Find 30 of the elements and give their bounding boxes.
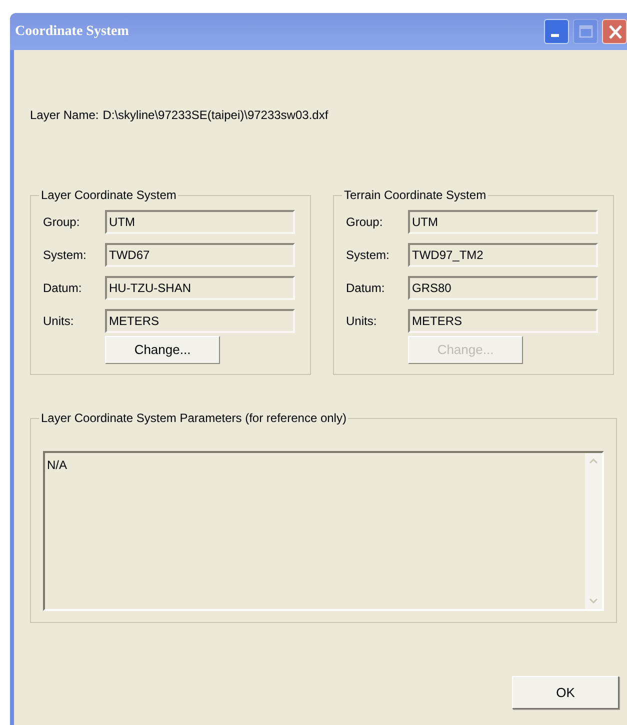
change-button[interactable]: Change... (105, 336, 220, 364)
read-only-field[interactable]: TWD97_TM2 (408, 243, 598, 267)
scrollbar[interactable] (585, 453, 602, 609)
read-only-field[interactable]: TWD67 (105, 243, 295, 267)
parameters-text-area[interactable]: N/A (43, 451, 604, 611)
read-only-field[interactable]: GRS80 (408, 276, 598, 300)
ok-button[interactable]: OK (512, 676, 619, 709)
field-label: Units: (346, 313, 378, 330)
field-label: System: (43, 247, 88, 264)
read-only-field[interactable]: METERS (105, 309, 295, 333)
layer-name-label: Layer Name: (30, 107, 99, 124)
minimize-icon (551, 34, 559, 37)
read-only-field[interactable]: UTM (408, 210, 598, 234)
read-only-field[interactable]: HU-TZU-SHAN (105, 276, 295, 300)
field-label: Group: (43, 214, 81, 231)
field-label: System: (346, 247, 390, 264)
window-title: Coordinate System (15, 23, 130, 41)
group-title: Layer Coordinate System (39, 187, 178, 203)
field-label: Datum: (346, 280, 386, 297)
read-only-field[interactable]: UTM (105, 210, 295, 234)
field-label: Units: (43, 313, 75, 330)
field-label: Group: (346, 214, 384, 231)
layer-name-value: D:\skyline\97233SE(taipei)\97233sw03.dxf (102, 107, 328, 124)
group-title: Layer Coordinate System Parameters (for reference only) (39, 410, 348, 426)
minimize-button[interactable] (544, 19, 569, 44)
read-only-field[interactable]: METERS (408, 309, 598, 333)
group-title: Terrain Coordinate System (342, 187, 488, 203)
field-label: Datum: (43, 280, 83, 297)
close-button[interactable] (602, 19, 627, 44)
parameters-text: N/A (46, 457, 68, 474)
